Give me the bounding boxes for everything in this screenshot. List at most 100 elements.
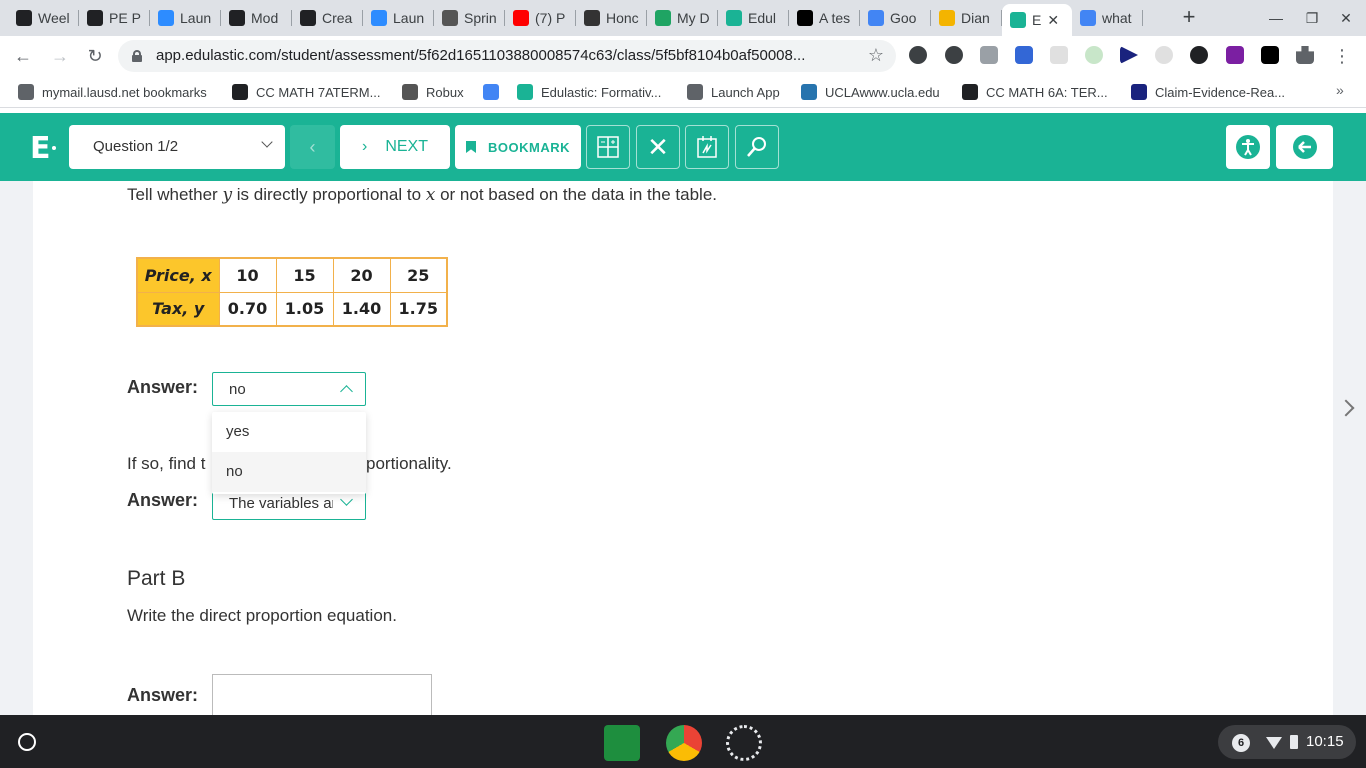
equation-input[interactable] — [212, 674, 432, 718]
browser-tab[interactable]: Laun — [363, 6, 434, 30]
next-button[interactable]: › NEXT — [340, 125, 450, 169]
edulastic-logo[interactable]: E — [30, 131, 51, 166]
edulastic-icon — [517, 84, 533, 100]
tab-title: Mod — [251, 10, 279, 26]
close-window-icon[interactable]: ✕ — [1336, 8, 1356, 28]
back-icon[interactable]: ← — [11, 44, 35, 68]
zoom-icon — [158, 10, 174, 26]
question-select[interactable]: Question 1/2 — [69, 125, 285, 169]
new-tab-button[interactable]: + — [1176, 5, 1202, 31]
tiktok-icon[interactable] — [1261, 46, 1279, 64]
bookmark-item[interactable]: Edulastic: Formativ... — [517, 84, 661, 100]
answer-label: Answer: — [127, 377, 199, 397]
table-row: Price, x 10 15 20 25 — [136, 257, 448, 293]
browser-tab[interactable]: A tes — [789, 6, 860, 30]
bookmark-item[interactable]: Claim-Evidence-Rea... — [1131, 84, 1285, 100]
bookmark-item[interactable]: Robux — [402, 84, 464, 100]
star-icon[interactable]: ☆ — [868, 45, 884, 66]
browser-tab[interactable]: Weel — [8, 6, 79, 30]
dropdown-option-yes[interactable]: yes — [212, 412, 366, 452]
extension-icon[interactable] — [1085, 46, 1103, 64]
browser-tab[interactable]: E ✕ — [1002, 4, 1072, 36]
browser-tab[interactable]: (7) P — [505, 6, 576, 30]
browser-tab[interactable]: Crea — [292, 6, 363, 30]
answer-eliminator-button[interactable]: ✕ — [636, 125, 680, 169]
browser-tab[interactable]: what — [1072, 6, 1143, 30]
dropdown-option-no[interactable]: no — [212, 452, 366, 492]
bookmark-item[interactable]: CC MATH 7ATERM... — [232, 84, 380, 100]
clock: 10:15 — [1306, 733, 1344, 750]
part-b-heading: Part B — [127, 567, 186, 590]
logo-dot — [52, 146, 56, 150]
dropdown-value: no — [229, 381, 246, 398]
extension-icon[interactable] — [1226, 46, 1244, 64]
browser-tab[interactable]: Goo — [860, 6, 931, 30]
extension-icon[interactable] — [1155, 46, 1173, 64]
browser-tab[interactable]: PE P — [79, 6, 150, 30]
minimize-icon[interactable]: — — [1266, 8, 1286, 28]
exit-button[interactable] — [1276, 125, 1333, 169]
launcher-icon[interactable] — [18, 733, 36, 751]
row-header-tax: Tax, y — [136, 291, 220, 327]
m-icon — [1131, 84, 1147, 100]
bookmark-item[interactable]: UCLAwww.ucla.edu — [801, 84, 940, 100]
edulastic-icon — [1010, 12, 1026, 28]
extension-icon[interactable] — [980, 46, 998, 64]
tab-separator — [1142, 10, 1143, 26]
battery-icon — [1290, 735, 1298, 749]
drive-icon — [655, 10, 671, 26]
chrome-app-icon[interactable] — [666, 725, 702, 761]
calculator-icon — [597, 136, 619, 158]
accessibility-button[interactable] — [1226, 125, 1270, 169]
zoom-icon — [371, 10, 387, 26]
browser-tab[interactable]: Dian — [931, 6, 1002, 30]
zoom-button[interactable] — [735, 125, 779, 169]
magnifier-icon — [747, 137, 766, 157]
bookmark-item[interactable]: mymail.lausd.net bookmarks — [18, 84, 207, 100]
part-b-text: Write the direct proportion equation. — [127, 606, 397, 625]
bookmark-label: Launch App — [711, 84, 780, 100]
browser-tab[interactable]: My D — [647, 6, 718, 30]
table-cell: 0.70 — [218, 291, 277, 327]
answer-dropdown-proportional[interactable]: no — [212, 372, 366, 406]
google-icon — [1080, 10, 1096, 26]
browser-tab[interactable]: Honc — [576, 6, 647, 30]
question-text: Tell whether y is directly proportional … — [127, 185, 717, 205]
status-area[interactable]: 6 10:15 — [1218, 725, 1356, 759]
forward-icon[interactable]: → — [48, 44, 72, 68]
previous-button[interactable]: ‹ — [290, 125, 335, 169]
extension-icon[interactable] — [1050, 46, 1068, 64]
extension-icon[interactable] — [1015, 46, 1033, 64]
browser-tab[interactable]: Edul — [718, 6, 789, 30]
bookmark-icon — [466, 141, 476, 153]
bookmark-item[interactable] — [483, 84, 507, 100]
row-header-price: Price, x — [136, 257, 220, 293]
restore-icon[interactable]: ❐ — [1302, 8, 1322, 28]
extension-icon[interactable] — [909, 46, 927, 64]
tab-title: Honc — [606, 10, 639, 26]
notification-badge: 6 — [1232, 734, 1250, 752]
bookmarks-bar: mymail.lausd.net bookmarks CC MATH 7ATERM… — [0, 76, 1366, 108]
bookmark-item[interactable]: CC MATH 6A: TER... — [962, 84, 1108, 100]
menu-icon[interactable]: ⋮ — [1330, 44, 1354, 68]
calculator-button[interactable] — [586, 125, 630, 169]
classroom-app-icon[interactable] — [604, 725, 640, 761]
bookmark-button[interactable]: BOOKMARK — [455, 125, 581, 169]
browser-tab[interactable]: Sprin — [434, 6, 505, 30]
tab-title: PE P — [109, 10, 141, 26]
tab-title: (7) P — [535, 10, 566, 26]
scratchpad-button[interactable] — [685, 125, 729, 169]
table-cell: 1.75 — [389, 291, 448, 327]
tab-title: Laun — [180, 10, 212, 26]
bookmark-item[interactable]: Launch App — [687, 84, 780, 100]
loading-app-icon[interactable] — [726, 725, 762, 761]
reload-icon[interactable]: ↻ — [83, 44, 107, 68]
extension-icon[interactable] — [945, 46, 963, 64]
edulastic-icon — [726, 10, 742, 26]
address-bar[interactable]: app.edulastic.com/student/assessment/5f6… — [118, 40, 896, 72]
extension-icon[interactable] — [1190, 46, 1208, 64]
browser-tab[interactable]: Mod — [221, 6, 292, 30]
close-tab-icon[interactable]: ✕ — [1047, 12, 1059, 29]
more-bookmarks-icon[interactable]: » — [1336, 82, 1344, 98]
browser-tab[interactable]: Laun — [150, 6, 221, 30]
